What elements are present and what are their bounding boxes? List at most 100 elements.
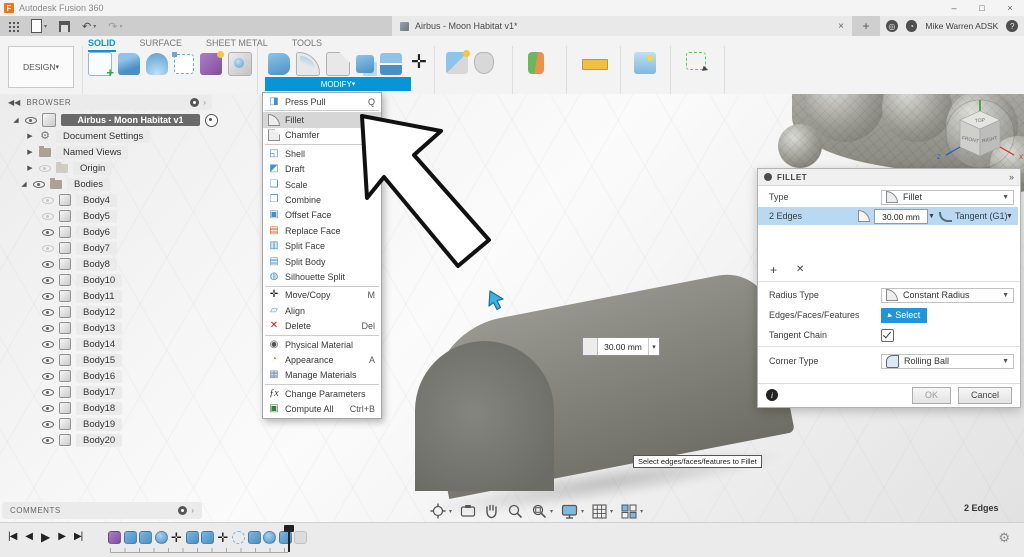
undo-caret-icon[interactable]: ▾: [93, 23, 96, 30]
expand-triangle-icon[interactable]: ◢: [20, 180, 28, 188]
grid-settings-icon[interactable]: [592, 503, 607, 519]
timeline-pattern-feature[interactable]: [232, 531, 245, 544]
timeline-sphere-feature[interactable]: [154, 531, 168, 544]
menu-item-combine[interactable]: ❐ Combine: [263, 192, 381, 207]
timeline-rolled-back-feature[interactable]: [294, 531, 307, 544]
browser-header[interactable]: ◀◀ BROWSER ›: [2, 95, 212, 110]
display-settings-icon[interactable]: [561, 504, 578, 519]
workspace-selector[interactable]: DESIGN: [8, 46, 74, 88]
visibility-eye-icon[interactable]: [42, 211, 54, 222]
job-status-icon[interactable]: ◔: [905, 20, 918, 32]
browser-node-bodies[interactable]: ◢ Bodies: [2, 176, 218, 192]
maximize-button[interactable]: □: [968, 0, 996, 16]
expand-triangle-icon[interactable]: ▶: [26, 164, 34, 172]
browser-node-named-views[interactable]: ▶ Named Views: [2, 144, 218, 160]
browser-body-body18[interactable]: Body18: [2, 400, 218, 416]
menu-item-align[interactable]: ▱ Align: [263, 303, 381, 318]
timeline-control-3[interactable]: ▶: [58, 532, 66, 542]
browser-body-body16[interactable]: Body16: [2, 368, 218, 384]
expand-triangle-icon[interactable]: ◢: [12, 116, 20, 124]
look-at-icon[interactable]: [460, 504, 476, 518]
menu-item-press-pull[interactable]: ◨ Press Pull Q: [263, 94, 381, 109]
visibility-eye-icon[interactable]: [42, 419, 54, 430]
construction-plane-icon[interactable]: [528, 52, 544, 74]
cancel-button[interactable]: Cancel: [957, 386, 1012, 404]
orbit-caret-icon[interactable]: ▾: [449, 508, 452, 515]
minimize-button[interactable]: –: [940, 0, 968, 16]
visibility-eye-icon[interactable]: [33, 179, 45, 190]
fit-icon[interactable]: [531, 503, 547, 519]
timeline-solid-feature[interactable]: [139, 531, 152, 544]
timeline-split-feature[interactable]: [185, 531, 199, 544]
add-edge-set-button[interactable]: +: [770, 263, 777, 277]
menu-item-change-parameters[interactable]: ƒx Change Parameters: [263, 386, 381, 401]
browser-body-body19[interactable]: Body19: [2, 416, 218, 432]
browser-body-body13[interactable]: Body13: [2, 320, 218, 336]
new-component-icon[interactable]: [446, 50, 470, 74]
visibility-eye-icon[interactable]: [42, 275, 54, 286]
browser-body-body8[interactable]: Body8: [2, 256, 218, 272]
modify-group-label[interactable]: MODIFY: [265, 77, 411, 91]
browser-body-body12[interactable]: Body12: [2, 304, 218, 320]
collapse-panel-icon[interactable]: ◀◀: [8, 98, 20, 107]
browser-body-body10[interactable]: Body10: [2, 272, 218, 288]
menu-item-appearance[interactable]: ◔ Appearance A: [263, 352, 381, 367]
browser-body-body20[interactable]: Body20: [2, 432, 218, 448]
redo-caret-icon[interactable]: ▾: [119, 23, 122, 30]
create-form-icon[interactable]: [200, 51, 224, 75]
chamfer-icon[interactable]: [326, 52, 350, 76]
menu-item-chamfer[interactable]: Chamfer: [263, 128, 381, 143]
box-icon[interactable]: [172, 52, 194, 74]
remove-edge-set-button[interactable]: ✕: [796, 264, 804, 275]
extrude-icon[interactable]: [118, 53, 140, 75]
press-pull-icon[interactable]: [268, 53, 290, 75]
select-tool-icon[interactable]: [686, 52, 706, 70]
menu-item-compute-all[interactable]: ▣ Compute All Ctrl+B: [263, 401, 381, 416]
file-menu-caret-icon[interactable]: ▾: [44, 23, 47, 30]
visibility-eye-icon[interactable]: [39, 163, 51, 174]
timeline-control-0[interactable]: |◀: [8, 532, 17, 542]
panel-resize-icon[interactable]: ›: [191, 506, 194, 515]
visibility-eye-icon[interactable]: [42, 371, 54, 382]
timeline-control-1[interactable]: ◀: [25, 532, 33, 542]
panel-options-icon[interactable]: [190, 98, 200, 107]
browser-body-body5[interactable]: Body5: [2, 208, 218, 224]
combine-icon[interactable]: [356, 55, 374, 73]
browser-root-node[interactable]: ◢ Airbus - Moon Habitat v1: [2, 112, 218, 128]
visibility-eye-icon[interactable]: [42, 355, 54, 366]
visibility-eye-icon[interactable]: [42, 435, 54, 446]
dimension-dropdown-icon[interactable]: ▾: [648, 338, 659, 355]
save-icon[interactable]: [59, 20, 71, 32]
tab-tools[interactable]: TOOLS: [292, 38, 322, 52]
browser-body-body15[interactable]: Body15: [2, 352, 218, 368]
timeline-settings-gear-icon[interactable]: ⚙: [998, 530, 1010, 546]
orbit-icon[interactable]: [430, 503, 446, 519]
info-icon[interactable]: i: [766, 389, 778, 401]
dimension-drag-handle[interactable]: [583, 338, 598, 355]
visibility-eye-icon[interactable]: [42, 243, 54, 254]
move-icon[interactable]: ✛: [408, 53, 430, 75]
zoom-icon[interactable]: [507, 503, 523, 519]
menu-item-physical-material[interactable]: ◉ Physical Material: [263, 337, 381, 352]
app-grid-icon[interactable]: [8, 20, 19, 32]
fillet-target-body-front-face[interactable]: [415, 341, 554, 491]
redo-icon[interactable]: ↷: [108, 20, 117, 33]
undo-icon[interactable]: ↶: [82, 20, 91, 33]
timeline-sphere-feature[interactable]: [263, 531, 276, 544]
timeline-control-2[interactable]: ▶: [41, 531, 50, 543]
tab-solid[interactable]: SOLID: [88, 38, 116, 52]
measure-icon[interactable]: [582, 59, 608, 70]
timeline-solid-feature[interactable]: [123, 531, 137, 544]
new-tab-button[interactable]: +: [852, 16, 880, 36]
browser-node-origin[interactable]: ▶ Origin: [2, 160, 218, 176]
panel-options-icon[interactable]: [178, 506, 188, 515]
tangent-chain-checkbox[interactable]: [881, 328, 894, 342]
timeline-form-feature[interactable]: [108, 531, 121, 544]
chevron-down-icon[interactable]: ▼: [928, 213, 935, 220]
menu-item-draft[interactable]: ◩ Draft: [263, 162, 381, 177]
tab-sheet-metal[interactable]: SHEET METAL: [206, 38, 268, 52]
ok-button[interactable]: OK: [911, 386, 951, 404]
visibility-eye-icon[interactable]: [42, 307, 54, 318]
comments-panel-header[interactable]: COMMENTS ›: [2, 502, 202, 519]
type-select[interactable]: Fillet ▼: [881, 189, 1014, 205]
